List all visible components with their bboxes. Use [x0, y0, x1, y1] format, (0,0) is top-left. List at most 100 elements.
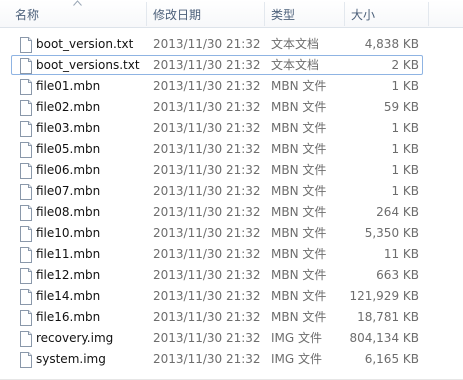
- file-icon: [20, 79, 32, 95]
- file-row[interactable]: file11.mbn 2013/11/30 21:32 MBN 文件 11 KB: [0, 244, 463, 265]
- file-row[interactable]: file01.mbn 2013/11/30 21:32 MBN 文件 1 KB: [0, 76, 463, 97]
- file-modified-date: 2013/11/30 21:32: [153, 100, 261, 114]
- file-rows: boot_version.txt 2013/11/30 21:32 文本文档 4…: [0, 34, 463, 370]
- file-row[interactable]: file14.mbn 2013/11/30 21:32 MBN 文件 121,9…: [0, 286, 463, 307]
- file-type: MBN 文件: [271, 121, 327, 135]
- file-icon: [20, 268, 32, 284]
- file-row[interactable]: file16.mbn 2013/11/30 21:32 MBN 文件 18,78…: [0, 307, 463, 328]
- file-size: 18,781 KB: [357, 310, 419, 324]
- file-modified-date: 2013/11/30 21:32: [153, 226, 261, 240]
- file-row[interactable]: file10.mbn 2013/11/30 21:32 MBN 文件 5,350…: [0, 223, 463, 244]
- file-icon: [20, 121, 32, 137]
- file-modified-date: 2013/11/30 21:32: [153, 247, 261, 261]
- file-type: MBN 文件: [271, 163, 327, 177]
- file-size: 5,350 KB: [364, 226, 419, 240]
- column-header-name[interactable]: 名称: [15, 0, 39, 27]
- file-row[interactable]: file08.mbn 2013/11/30 21:32 MBN 文件 264 K…: [0, 202, 463, 223]
- file-icon: [20, 226, 32, 242]
- file-type: MBN 文件: [271, 205, 327, 219]
- file-modified-date: 2013/11/30 21:32: [153, 79, 261, 93]
- file-modified-date: 2013/11/30 21:32: [153, 163, 261, 177]
- file-type: 文本文档: [271, 58, 320, 72]
- column-header-date[interactable]: 修改日期: [153, 0, 201, 27]
- file-name: file08.mbn: [36, 205, 101, 219]
- file-modified-date: 2013/11/30 21:32: [153, 268, 261, 282]
- file-name: file14.mbn: [36, 289, 101, 303]
- file-modified-date: 2013/11/30 21:32: [153, 331, 261, 345]
- file-size: 59 KB: [383, 100, 419, 114]
- file-name: boot_versions.txt: [36, 58, 140, 72]
- file-name: file10.mbn: [36, 226, 101, 240]
- file-icon: [20, 310, 32, 326]
- file-row[interactable]: file03.mbn 2013/11/30 21:32 MBN 文件 1 KB: [0, 118, 463, 139]
- column-header-type[interactable]: 类型: [271, 0, 295, 27]
- file-icon: [20, 205, 32, 221]
- file-name: boot_version.txt: [36, 37, 134, 51]
- file-modified-date: 2013/11/30 21:32: [153, 58, 261, 72]
- file-type: MBN 文件: [271, 79, 327, 93]
- file-modified-date: 2013/11/30 21:32: [153, 310, 261, 324]
- column-separator[interactable]: [428, 2, 429, 26]
- file-modified-date: 2013/11/30 21:32: [153, 121, 261, 135]
- file-name: file16.mbn: [36, 310, 101, 324]
- column-header-bar: 名称 修改日期 类型 大小: [0, 0, 463, 28]
- file-row[interactable]: boot_versions.txt 2013/11/30 21:32 文本文档 …: [0, 55, 463, 76]
- file-type: MBN 文件: [271, 142, 327, 156]
- file-size: 4,838 KB: [364, 37, 419, 51]
- file-modified-date: 2013/11/30 21:32: [153, 289, 261, 303]
- file-icon: [20, 58, 32, 74]
- file-type: MBN 文件: [271, 268, 327, 282]
- file-size: 11 KB: [383, 247, 419, 261]
- file-row[interactable]: file05.mbn 2013/11/30 21:32 MBN 文件 1 KB: [0, 139, 463, 160]
- file-type: MBN 文件: [271, 184, 327, 198]
- file-icon: [20, 163, 32, 179]
- sort-up-icon: [73, 0, 82, 6]
- file-icon: [20, 142, 32, 158]
- file-icon: [20, 247, 32, 263]
- file-row[interactable]: file12.mbn 2013/11/30 21:32 MBN 文件 663 K…: [0, 265, 463, 286]
- column-separator[interactable]: [264, 2, 265, 26]
- file-row[interactable]: recovery.img 2013/11/30 21:32 IMG 文件 804…: [0, 328, 463, 349]
- file-name: file12.mbn: [36, 268, 101, 282]
- file-row[interactable]: file06.mbn 2013/11/30 21:32 MBN 文件 1 KB: [0, 160, 463, 181]
- file-size: 1 KB: [391, 184, 419, 198]
- file-size: 1 KB: [391, 163, 419, 177]
- file-type: MBN 文件: [271, 226, 327, 240]
- file-name: file06.mbn: [36, 163, 101, 177]
- file-size: 1 KB: [391, 79, 419, 93]
- file-icon: [20, 37, 32, 53]
- file-row[interactable]: system.img 2013/11/30 21:32 IMG 文件 6,165…: [0, 349, 463, 370]
- file-name: file02.mbn: [36, 100, 101, 114]
- file-size: 2 KB: [391, 58, 419, 72]
- file-type: IMG 文件: [271, 331, 323, 345]
- file-name: recovery.img: [36, 331, 114, 345]
- file-name: file05.mbn: [36, 142, 101, 156]
- file-icon: [20, 100, 32, 116]
- file-modified-date: 2013/11/30 21:32: [153, 37, 261, 51]
- file-size: 804,134 KB: [349, 331, 419, 345]
- file-modified-date: 2013/11/30 21:32: [153, 352, 261, 366]
- file-type: MBN 文件: [271, 310, 327, 324]
- file-list-view: 名称 修改日期 类型 大小 boot_version.txt 2013/11/3…: [0, 0, 463, 380]
- file-type: MBN 文件: [271, 100, 327, 114]
- file-size: 264 KB: [376, 205, 419, 219]
- file-modified-date: 2013/11/30 21:32: [153, 184, 261, 198]
- file-name: file03.mbn: [36, 121, 101, 135]
- file-row[interactable]: file07.mbn 2013/11/30 21:32 MBN 文件 1 KB: [0, 181, 463, 202]
- file-size: 1 KB: [391, 142, 419, 156]
- file-size: 663 KB: [376, 268, 419, 282]
- column-separator[interactable]: [146, 2, 147, 26]
- column-separator[interactable]: [344, 2, 345, 26]
- file-type: 文本文档: [271, 37, 320, 51]
- file-icon: [20, 331, 32, 347]
- file-modified-date: 2013/11/30 21:32: [153, 142, 261, 156]
- column-header-size[interactable]: 大小: [351, 0, 375, 27]
- file-size: 1 KB: [391, 121, 419, 135]
- file-name: file11.mbn: [36, 247, 101, 261]
- file-name: file01.mbn: [36, 79, 101, 93]
- file-type: MBN 文件: [271, 289, 327, 303]
- file-row[interactable]: file02.mbn 2013/11/30 21:32 MBN 文件 59 KB: [0, 97, 463, 118]
- file-type: IMG 文件: [271, 352, 323, 366]
- file-name: system.img: [36, 352, 106, 366]
- file-row[interactable]: boot_version.txt 2013/11/30 21:32 文本文档 4…: [0, 34, 463, 55]
